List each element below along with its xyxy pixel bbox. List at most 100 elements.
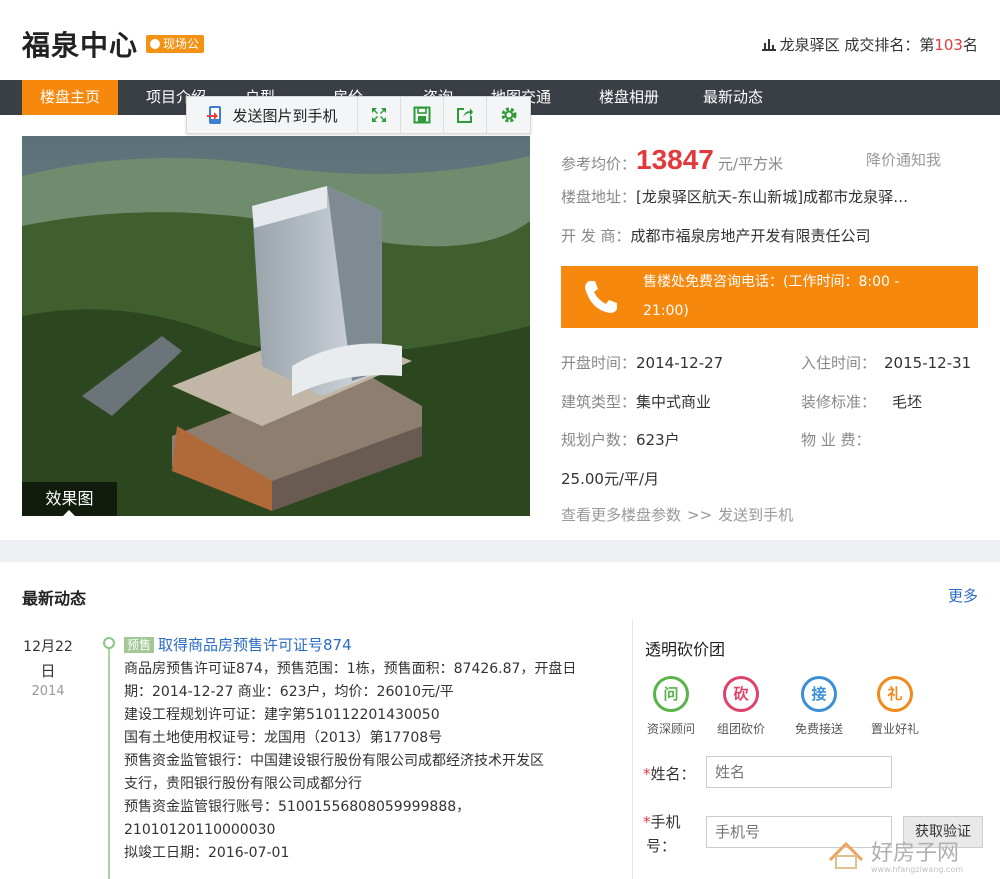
open-date-value: 2014-12-27 (636, 354, 724, 372)
site-watermark: 好房子网 www.hfangziwang.com (826, 830, 991, 874)
page-header: 福泉中心 现场公 龙泉驿区 成交排名：第103名 (0, 0, 1000, 80)
timeline-dot (103, 637, 115, 649)
news-line: 支行，贵阳银行股份有限公司成都分行 (124, 776, 362, 792)
news-item: 预售 取得商品房预售许可证号874 商品房预售许可证874，预售范围：1栋，预售面… (124, 634, 616, 865)
fullscreen-button[interactable] (357, 97, 400, 133)
checkin-date-row: 入住时间： 2015-12-31 (801, 352, 971, 373)
nav-item-album[interactable]: 楼盘相册 (582, 80, 676, 115)
news-date-day-suffix: 日 (40, 662, 56, 680)
project-rendering-image[interactable]: 效果图 (22, 136, 530, 516)
svg-text:www.hfangziwang.com: www.hfangziwang.com (871, 865, 963, 874)
project-title: 福泉中心 (22, 29, 139, 62)
news-date-month-day: 12月22 (23, 639, 73, 655)
rank-number: 103 (934, 36, 963, 54)
units-label: 规划户数： (561, 431, 637, 449)
phone-field-label: *手机 号： (643, 813, 681, 855)
property-fee-row: 物 业 费： (801, 429, 871, 450)
send-image-label: 发送图片到手机 (232, 106, 338, 125)
news-date-year: 2014 (31, 684, 65, 699)
shuttle-icon[interactable]: 接 (801, 676, 837, 712)
decoration-row: 装修标准： 毛坯 (801, 391, 922, 412)
bar-chart-icon (761, 39, 776, 51)
timeline-line (108, 641, 110, 879)
bargain-icon[interactable]: 砍 (723, 676, 759, 712)
settings-icon (501, 107, 516, 123)
page: 福泉中心 现场公 龙泉驿区 成交排名：第103名 楼盘主页 项目介绍 户型 房价… (0, 0, 1000, 879)
image-settings-button[interactable] (486, 97, 530, 133)
status-badge-label: 现场公 (163, 37, 200, 51)
district-rank-text: 龙泉驿区 成交排名：第 (779, 36, 935, 54)
decoration-label: 装修标准： (801, 393, 877, 411)
nav-item-home[interactable]: 楼盘主页 (22, 80, 118, 115)
gift-label: 置业好礼 (870, 722, 919, 736)
news-line: 期：2014-12-27 商业：623户，均价：26010元/平 (124, 684, 454, 700)
advisor-label: 资深顾问 (646, 722, 695, 736)
developer-row: 开 发 商：成都市福泉房地产开发有限责任公司 (561, 225, 871, 246)
address-row: 楼盘地址：[龙泉驿区航天-东山新城]成都市龙泉驿… (561, 186, 908, 207)
developer-label: 开 发 商： (561, 227, 631, 245)
bargain-label: 组团砍价 (716, 722, 765, 736)
section-divider (0, 540, 1000, 562)
address-value[interactable]: [龙泉驿区航天-东山新城]成都市龙泉驿… (636, 188, 908, 206)
phone-send-icon (207, 106, 222, 124)
price-notify-link[interactable]: 降价通知我 (866, 149, 941, 170)
decoration-value: 毛坯 (892, 393, 923, 411)
building-type-row: 建筑类型：集中式商业 (561, 391, 711, 412)
presale-tag: 预售 (124, 637, 155, 653)
hotline-line-2: 21:00) (643, 303, 689, 319)
price-row: 参考均价：13847 元/平方米 (561, 144, 783, 176)
news-more-link[interactable]: 更多 (948, 585, 978, 606)
status-badge: 现场公 (146, 35, 205, 53)
news-headline-link[interactable]: 取得商品房预售许可证号874 (158, 636, 352, 654)
property-fee-value: 25.00元/平/月 (561, 470, 660, 488)
group-buy-title: 透明砍价团 (645, 640, 726, 659)
phone-icon (585, 281, 617, 313)
hotline-banner[interactable]: 售楼处免费咨询电话：(工作时间：8:00 - 21:00) (561, 266, 978, 328)
chevron-right-icon: >> (687, 506, 713, 524)
checkin-date-value: 2015-12-31 (884, 354, 972, 372)
image-toolbar: 发送图片到手机 (186, 96, 531, 134)
fullscreen-icon (372, 108, 386, 122)
share-icon (457, 108, 473, 123)
name-field-label: *姓名： (643, 765, 696, 783)
building-type-label: 建筑类型： (561, 393, 637, 411)
advisor-icon[interactable]: 问 (653, 676, 689, 712)
svg-text:好房子网: 好房子网 (871, 841, 959, 866)
send-to-phone-link[interactable]: 发送到手机 (718, 506, 793, 524)
more-params-link[interactable]: 查看更多楼盘参数 (561, 506, 681, 524)
district-rank: 龙泉驿区 成交排名：第103名 (761, 34, 978, 55)
save-image-button[interactable] (400, 97, 443, 133)
units-row: 规划户数：623户 (561, 429, 680, 450)
share-image-button[interactable] (443, 97, 486, 133)
nav-item-news[interactable]: 最新动态 (686, 80, 780, 115)
news-headline-row: 预售 取得商品房预售许可证号874 (124, 634, 616, 658)
news-line: 建设工程规划许可证：建字第510112201430050 (124, 707, 440, 723)
open-date-label: 开盘时间： (561, 354, 637, 372)
price-label: 参考均价： (561, 155, 637, 173)
developer-value: 成都市福泉房地产开发有限责任公司 (630, 227, 871, 245)
building-type-value: 集中式商业 (636, 393, 712, 411)
photo-caption: 效果图 (22, 482, 117, 516)
watermark-logo: 好房子网 www.hfangziwang.com (828, 841, 963, 874)
units-value: 623户 (636, 431, 680, 449)
open-date-row: 开盘时间：2014-12-27 (561, 352, 723, 373)
gift-icon[interactable]: 礼 (877, 676, 913, 712)
save-icon (413, 106, 431, 124)
news-line: 预售资金监管银行账号：51001556808059999888，21010120… (124, 799, 471, 838)
status-dot-icon (150, 39, 160, 49)
shuttle-label: 免费接送 (794, 722, 843, 736)
hotline-text: 售楼处免费咨询电话：(工作时间：8:00 - 21:00) (643, 268, 973, 326)
more-links-row: 查看更多楼盘参数 >> 发送到手机 (561, 504, 793, 525)
news-line: 商品房预售许可证874，预售范围：1栋，预售面积：87426.87，开盘日 (124, 661, 577, 677)
send-image-to-phone-button[interactable]: 发送图片到手机 (187, 97, 357, 133)
address-label: 楼盘地址： (561, 188, 637, 206)
name-input[interactable] (706, 756, 892, 788)
hotline-line-1: 售楼处免费咨询电话：(工作时间：8:00 - (643, 274, 900, 290)
news-section-title: 最新动态 (22, 589, 87, 608)
property-fee-label: 物 业 费： (801, 431, 871, 449)
checkin-date-label: 入住时间： (801, 354, 877, 372)
news-line: 拟竣工日期：2016-07-01 (124, 845, 290, 861)
price-unit: 元/平方米 (717, 155, 783, 173)
rank-suffix: 名 (962, 36, 978, 54)
news-line: 预售资金监管银行：中国建设银行股份有限公司成都经济技术开发区 (124, 753, 544, 769)
